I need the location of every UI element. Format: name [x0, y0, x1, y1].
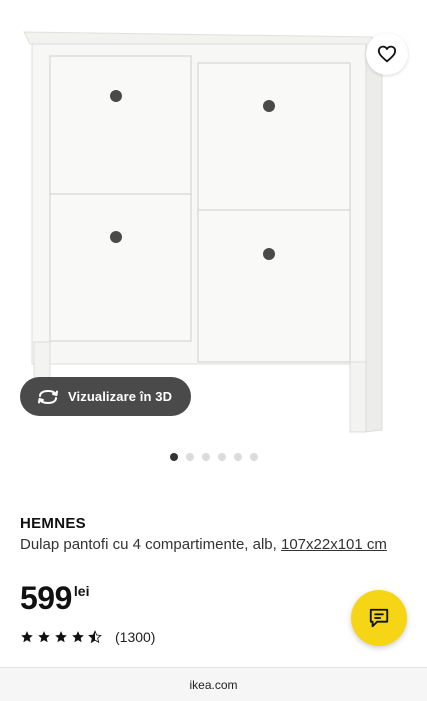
gallery-dot[interactable] [234, 453, 242, 461]
chat-icon [369, 608, 389, 628]
price-currency: lei [73, 583, 90, 599]
star-icon [72, 631, 84, 643]
star-icon [38, 631, 50, 643]
product-image[interactable] [0, 0, 427, 440]
rotate-3d-icon [37, 389, 59, 405]
gallery-dot[interactable] [186, 453, 194, 461]
gallery-dot[interactable] [218, 453, 226, 461]
chat-button[interactable] [351, 590, 407, 646]
gallery-dot[interactable] [170, 453, 178, 461]
product-description: Dulap pantofi cu 4 compartimente, alb, 1… [20, 535, 410, 554]
heart-icon [377, 45, 397, 63]
product-brand: HEMNES [20, 515, 86, 532]
gallery-dot[interactable] [250, 453, 258, 461]
rating-stars [20, 630, 102, 644]
gallery-dot[interactable] [202, 453, 210, 461]
price-amount: 599 [20, 580, 72, 616]
shoe-cabinet-image [23, 31, 383, 433]
star-icon [21, 631, 33, 643]
product-size-link[interactable]: 107x22x101 cm [281, 536, 387, 553]
star-half-icon [88, 630, 102, 644]
gallery-pagination [170, 453, 258, 461]
product-description-text: Dulap pantofi cu 4 compartimente, alb, [20, 536, 281, 553]
product-rating[interactable]: (1300) [20, 629, 155, 645]
browser-url: ikea.com [189, 677, 238, 692]
product-price: 599 lei [20, 580, 89, 616]
view-3d-button[interactable]: Vizualizare în 3D [20, 377, 191, 416]
review-count: (1300) [115, 629, 156, 645]
favorite-button[interactable] [366, 33, 408, 75]
browser-url-bar[interactable]: ikea.com [0, 667, 427, 701]
view-3d-label: Vizualizare în 3D [68, 389, 173, 404]
star-icon [55, 631, 67, 643]
